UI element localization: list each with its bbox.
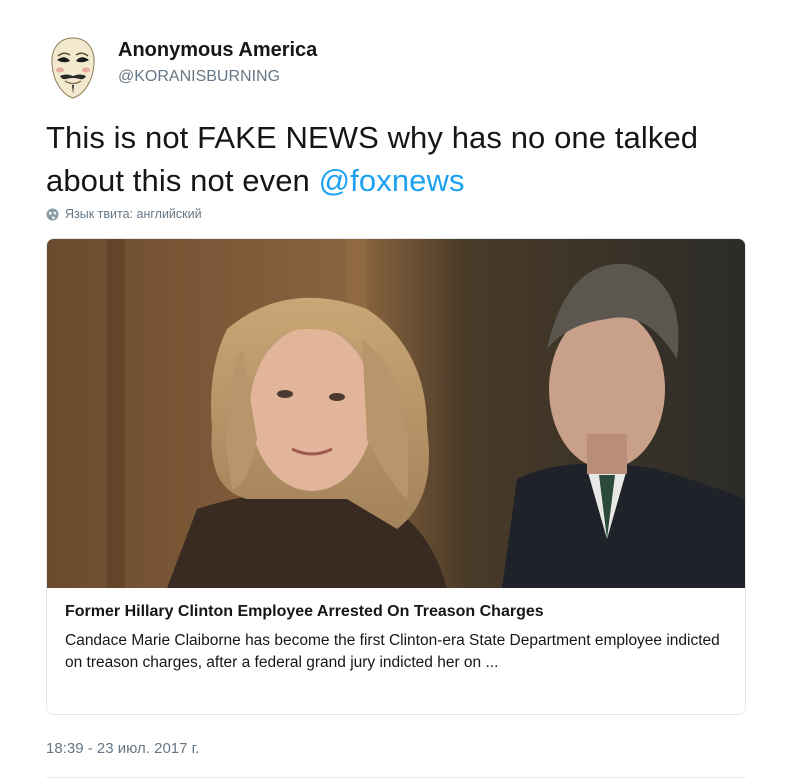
tweet: Anonymous America @KORANISBURNING This i…	[0, 0, 794, 779]
card-photo-illustration	[47, 239, 745, 588]
mention-link[interactable]: @foxnews	[319, 163, 465, 198]
card-title[interactable]: Former Hillary Clinton Employee Arrested…	[65, 602, 727, 622]
divider	[46, 777, 746, 778]
avatar[interactable]	[46, 36, 100, 100]
author-handle[interactable]: @KORANISBURNING	[118, 68, 280, 86]
guy-fawkes-mask-icon	[51, 37, 95, 99]
tweet-language-label: Язык твита: английский	[65, 207, 202, 221]
author-name[interactable]: Anonymous America	[118, 39, 317, 62]
card-image[interactable]	[47, 239, 745, 588]
globe-icon	[46, 208, 59, 220]
card-body[interactable]: Former Hillary Clinton Employee Arrested…	[47, 588, 745, 714]
tweet-text: This is not FAKE NEWS why has no one tal…	[46, 116, 746, 202]
tweet-language-note[interactable]: Язык твита: английский	[46, 205, 202, 223]
card-description: Candace Marie Claiborne has become the f…	[65, 632, 720, 671]
tweet-timestamp[interactable]: 18:39 - 23 июл. 2017 г.	[46, 740, 199, 757]
link-card[interactable]: Former Hillary Clinton Employee Arrested…	[46, 238, 746, 715]
